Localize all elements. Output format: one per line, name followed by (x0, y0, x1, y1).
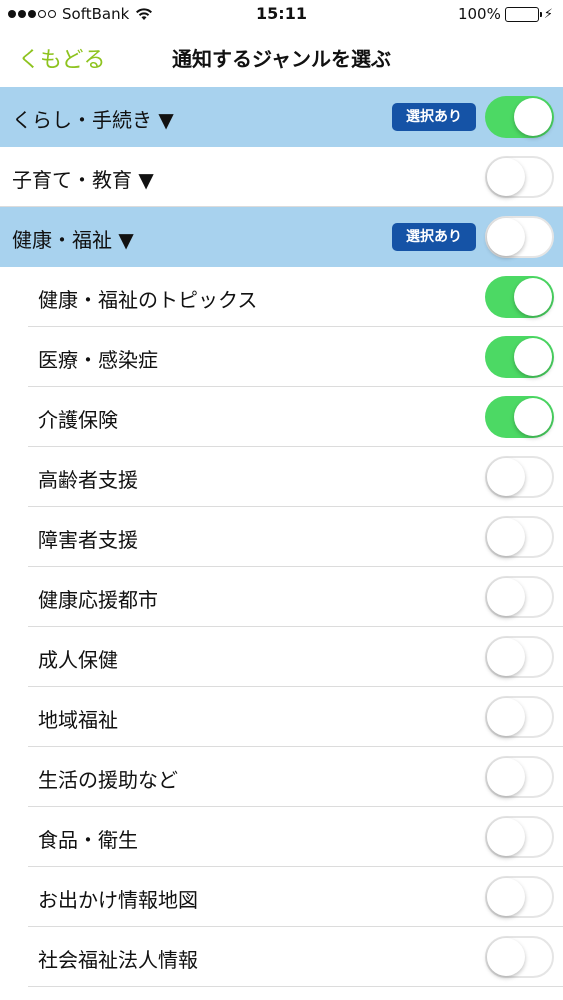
toggle-knob (487, 878, 525, 916)
notification-toggle[interactable] (485, 696, 554, 738)
selected-badge: 選択あり (392, 103, 476, 131)
genre-label: お出かけ情報地図 (38, 888, 198, 912)
genre-label: 生活の援助など (38, 768, 178, 792)
genre-category-header[interactable]: 健康・福祉 ▼ 選択あり (0, 207, 563, 267)
genre-label: 医療・感染症 (38, 348, 158, 372)
toggle-knob (514, 278, 552, 316)
navigation-bar: くもどる 通知するジャンルを選ぶ (0, 30, 563, 86)
genre-item[interactable]: 健康応援都市 (0, 567, 563, 627)
genre-item[interactable]: 地域福祉 (0, 687, 563, 747)
genre-category-header[interactable]: くらし・手続き ▼ 選択あり (0, 87, 563, 147)
genre-label: 健康応援都市 (38, 588, 158, 612)
genre-item[interactable]: 高齢者支援 (0, 447, 563, 507)
genre-label: 高齢者支援 (38, 468, 138, 492)
toggle-knob (487, 758, 525, 796)
notification-toggle[interactable] (485, 276, 554, 318)
genre-item[interactable]: 成人保健 (0, 627, 563, 687)
status-right: 100% ⚡ (458, 5, 553, 23)
genre-item[interactable]: お出かけ情報地図 (0, 867, 563, 927)
genre-label: 食品・衛生 (38, 828, 138, 852)
notification-toggle[interactable] (485, 96, 554, 138)
toggle-knob (487, 518, 525, 556)
genre-item[interactable]: 食品・衛生 (0, 807, 563, 867)
toggle-knob (487, 578, 525, 616)
toggle-knob (514, 398, 552, 436)
toggle-knob (487, 938, 525, 976)
genre-label: くらし・手続き ▼ (12, 108, 174, 132)
charging-bolt-icon: ⚡ (543, 6, 553, 22)
notification-toggle[interactable] (485, 456, 554, 498)
notification-toggle[interactable] (485, 516, 554, 558)
genre-item[interactable]: 社会福祉法人情報 (0, 927, 563, 987)
genre-label: 子育て・教育 ▼ (12, 168, 154, 192)
page-title: 通知するジャンルを選ぶ (172, 47, 391, 71)
toggle-knob (514, 98, 552, 136)
notification-toggle[interactable] (485, 216, 554, 258)
selected-badge: 選択あり (392, 223, 476, 251)
toggle-knob (487, 458, 525, 496)
genre-item[interactable]: 介護保険 (0, 387, 563, 447)
toggle-knob (487, 698, 525, 736)
status-bar: SoftBank 15:11 100% ⚡ (0, 0, 563, 30)
genre-item[interactable]: 障害者支援 (0, 507, 563, 567)
genre-label: 障害者支援 (38, 528, 138, 552)
notification-toggle[interactable] (485, 636, 554, 678)
battery-percent: 100% (457, 5, 501, 23)
genre-label: 成人保健 (38, 648, 118, 672)
toggle-knob (487, 638, 525, 676)
genre-item[interactable]: 健康・福祉のトピックス (0, 267, 563, 327)
genre-label: 介護保険 (38, 408, 118, 432)
genre-category-header[interactable]: 子育て・教育 ▼ (0, 147, 563, 207)
toggle-knob (514, 338, 552, 376)
battery-icon (504, 6, 542, 22)
notification-toggle[interactable] (485, 876, 554, 918)
toggle-knob (487, 218, 525, 256)
genre-label: 健康・福祉のトピックス (38, 288, 258, 312)
notification-toggle[interactable] (485, 396, 554, 438)
toggle-knob (487, 818, 525, 856)
toggle-knob (487, 158, 525, 196)
notification-toggle[interactable] (485, 816, 554, 858)
genre-label: 社会福祉法人情報 (38, 948, 198, 972)
notification-toggle[interactable] (485, 756, 554, 798)
notification-toggle[interactable] (485, 336, 554, 378)
notification-toggle[interactable] (485, 576, 554, 618)
genre-label: 健康・福祉 ▼ (12, 228, 134, 252)
notification-toggle[interactable] (485, 936, 554, 978)
genre-item[interactable]: 医療・感染症 (0, 327, 563, 387)
row-divider (28, 986, 563, 987)
genre-label: 地域福祉 (38, 708, 118, 732)
genre-item[interactable]: 生活の援助など (0, 747, 563, 807)
notification-toggle[interactable] (485, 156, 554, 198)
